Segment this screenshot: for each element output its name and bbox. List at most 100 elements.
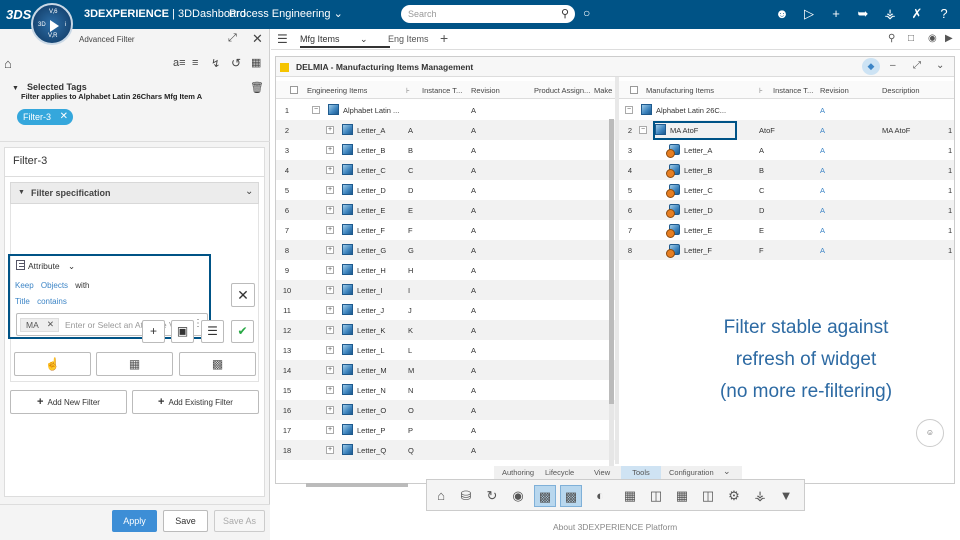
table-row[interactable]: 14 + Letter_M M A: [276, 360, 615, 380]
add-object-button[interactable]: ▩: [179, 352, 256, 376]
table-row[interactable]: 5 + Letter_D D A: [276, 180, 615, 200]
about-link[interactable]: About 3DEXPERIENCE Platform: [553, 522, 677, 532]
tab-tools[interactable]: Tools: [621, 466, 661, 479]
home-icon[interactable]: ⌂: [4, 56, 12, 71]
activity-icon[interactable]: ◉: [928, 33, 937, 44]
table-settings-icon[interactable]: ▦: [619, 485, 641, 507]
refresh-icon[interactable]: ↺: [231, 56, 241, 70]
objects-link[interactable]: Objects: [41, 281, 68, 290]
select-objects-button[interactable]: ☝: [14, 352, 91, 376]
help-icon[interactable]: ?: [935, 6, 953, 21]
trash-icon[interactable]: 🗑: [250, 81, 264, 94]
table-row[interactable]: 18 + Letter_Q Q A: [276, 440, 615, 460]
expand-toggle[interactable]: +: [326, 126, 334, 134]
save-button[interactable]: Save: [163, 510, 208, 532]
expand-toggle[interactable]: +: [326, 406, 334, 414]
tab-view[interactable]: View: [594, 468, 610, 477]
gear-icon[interactable]: ⚙: [723, 485, 745, 507]
expand-toggle[interactable]: +: [326, 286, 334, 294]
revision[interactable]: A: [820, 106, 825, 115]
expand-toggle[interactable]: +: [326, 306, 334, 314]
table-row[interactable]: 2 + Letter_A A A: [276, 120, 615, 140]
expand-toggle[interactable]: −: [625, 106, 633, 114]
refresh-icon[interactable]: ↻: [481, 485, 503, 507]
add-criteria-button[interactable]: +: [142, 320, 165, 343]
assistant-icon[interactable]: ☺: [916, 419, 944, 447]
value-chip[interactable]: MA ✕: [20, 318, 59, 332]
add-attribute-button[interactable]: ▦: [96, 352, 173, 376]
add-existing-filter-button[interactable]: + Add Existing Filter: [132, 390, 259, 414]
export-excel-icon[interactable]: ▦: [671, 485, 693, 507]
tab-authoring[interactable]: Authoring: [502, 468, 534, 477]
expand-toggle[interactable]: +: [326, 446, 334, 454]
column-header[interactable]: Instance T...: [422, 86, 465, 95]
table-row[interactable]: 4 Letter_B B A 1: [619, 160, 954, 180]
menu-icon[interactable]: ☰: [277, 32, 288, 46]
tag-chip[interactable]: Filter-3 ✕: [17, 109, 73, 125]
search-icon[interactable]: ⚲: [888, 33, 895, 44]
table-row[interactable]: 7 + Letter_F F A: [276, 220, 615, 240]
chevron-down-icon[interactable]: ⌄: [723, 466, 731, 477]
table-row[interactable]: 15 + Letter_N N A: [276, 380, 615, 400]
revision[interactable]: A: [820, 206, 825, 215]
title-link[interactable]: Title: [15, 297, 30, 306]
expand-toggle[interactable]: +: [326, 266, 334, 274]
table-row[interactable]: 8 Letter_F F A 1: [619, 240, 954, 260]
table-row[interactable]: 12 + Letter_K K A: [276, 320, 615, 340]
plus-icon[interactable]: +: [827, 6, 845, 21]
revision[interactable]: A: [820, 166, 825, 175]
table-row[interactable]: 16 + Letter_O O A: [276, 400, 615, 420]
table-row[interactable]: 9 + Letter_H H A: [276, 260, 615, 280]
columns-icon[interactable]: ◫: [645, 485, 667, 507]
filter-3d-alt-icon[interactable]: ▩: [560, 485, 582, 507]
layout-icon[interactable]: ▦: [251, 56, 261, 69]
apply-button[interactable]: Apply: [112, 510, 157, 532]
expand-toggle[interactable]: +: [326, 186, 334, 194]
expand-toggle[interactable]: −: [639, 126, 647, 134]
column-header[interactable]: Product Assign...: [534, 86, 592, 95]
table-row[interactable]: 1−Alphabet Latin 26C...A: [619, 100, 954, 120]
list-filter-icon[interactable]: ≡: [192, 57, 198, 69]
tools-icon[interactable]: ✗: [908, 6, 926, 22]
attribute-selector[interactable]: Attribute ⌄: [16, 260, 75, 272]
expand-toggle[interactable]: +: [326, 206, 334, 214]
chevron-down-icon[interactable]: ⌄: [360, 34, 368, 45]
table-row[interactable]: 6 + Letter_E E A: [276, 200, 615, 220]
list-button[interactable]: ☰: [201, 320, 224, 343]
expand-toggle[interactable]: +: [326, 226, 334, 234]
column-header[interactable]: Manufacturing Items: [646, 86, 714, 95]
comment-icon[interactable]: □: [908, 33, 914, 44]
compass-icon[interactable]: V,6 3D i V,R: [31, 3, 73, 45]
table-row[interactable]: 5 Letter_C C A 1: [619, 180, 954, 200]
table-row[interactable]: 3 + Letter_B B A: [276, 140, 615, 160]
document-icon[interactable]: ◫: [697, 485, 719, 507]
home-icon[interactable]: ⌂: [430, 485, 452, 507]
contains-link[interactable]: contains: [37, 297, 67, 306]
expand-toggle[interactable]: +: [326, 166, 334, 174]
expand-toggle[interactable]: +: [326, 146, 334, 154]
column-header[interactable]: Engineering Items: [307, 86, 367, 95]
filter-3d-icon[interactable]: ▩: [534, 485, 556, 507]
share-icon[interactable]: ▷: [800, 6, 818, 22]
user-icon[interactable]: ☻: [773, 6, 791, 21]
table-row[interactable]: 1 − Alphabet Latin ... A: [276, 100, 615, 120]
text-filter-icon[interactable]: a≡: [173, 57, 186, 69]
add-new-filter-button[interactable]: + Add New Filter: [10, 390, 127, 414]
expand-toggle[interactable]: +: [326, 346, 334, 354]
expand-toggle[interactable]: +: [326, 326, 334, 334]
chevron-down-icon[interactable]: ⌄: [936, 60, 944, 71]
selected-tags-header[interactable]: ▼ Selected Tags: [12, 82, 87, 92]
scrollbar-thumb[interactable]: [609, 119, 614, 404]
revision[interactable]: A: [820, 186, 825, 195]
maximize-icon[interactable]: ⤢: [913, 60, 921, 71]
column-header[interactable]: Instance T...: [773, 86, 816, 95]
revision[interactable]: A: [820, 246, 825, 255]
expand-icon[interactable]: ⤢: [228, 32, 237, 45]
funnel-icon[interactable]: ▼: [775, 485, 797, 507]
search-input[interactable]: Search ⚲: [401, 5, 575, 23]
table-row[interactable]: 4 + Letter_C C A: [276, 160, 615, 180]
column-header[interactable]: Description: [882, 86, 920, 95]
add-tab-icon[interactable]: +: [440, 30, 448, 46]
column-header[interactable]: Revision: [471, 86, 500, 95]
view-icon[interactable]: ◉: [507, 485, 529, 507]
